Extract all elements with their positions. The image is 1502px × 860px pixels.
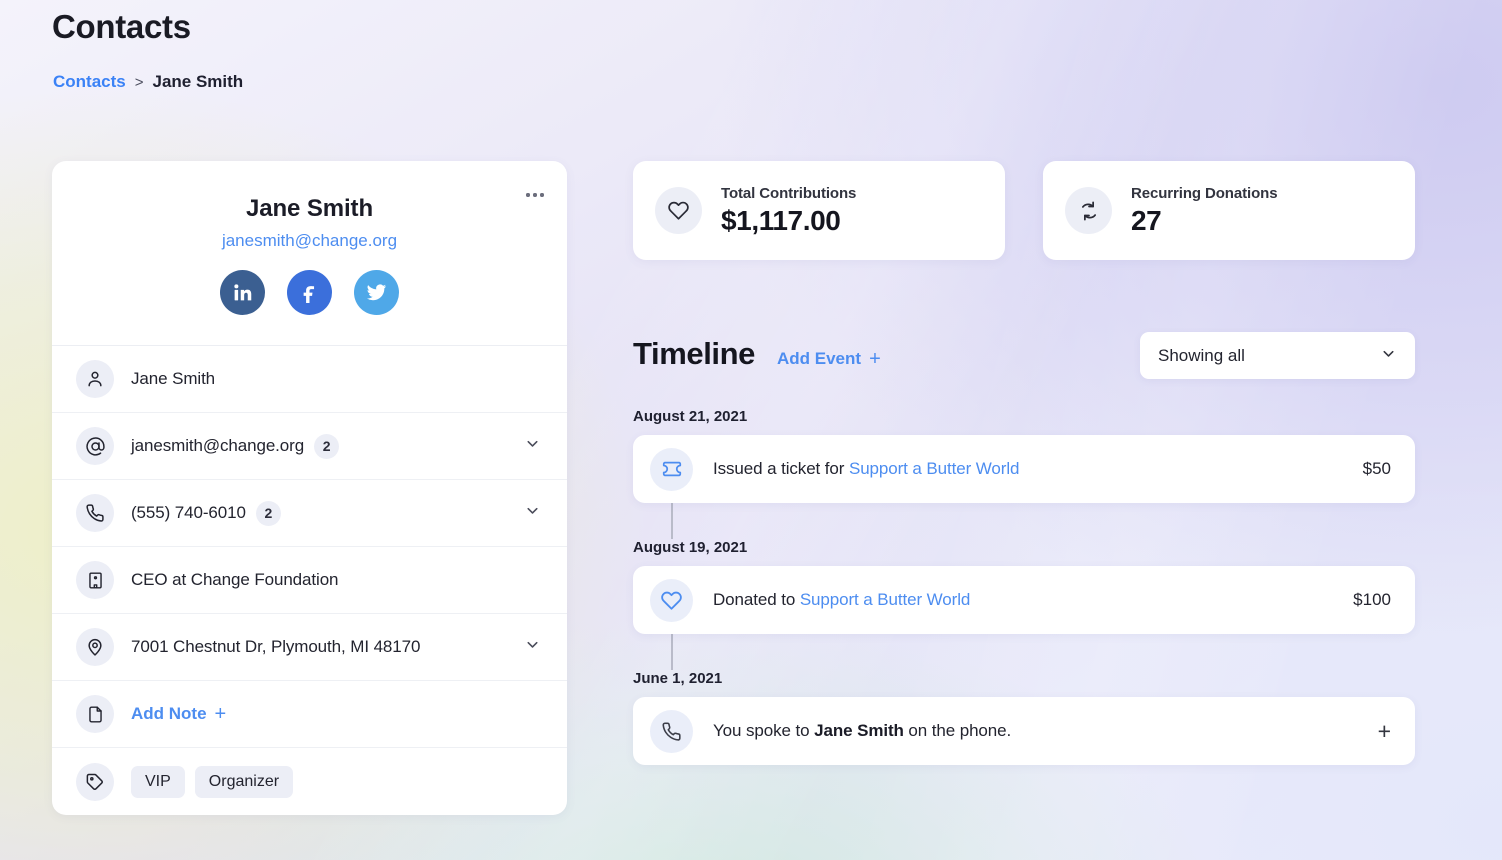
building-icon xyxy=(76,561,114,599)
timeline-event-row[interactable]: Issued a ticket for Support a Butter Wor… xyxy=(633,435,1415,503)
event-prefix: You spoke to xyxy=(713,721,815,740)
chevron-down-icon[interactable] xyxy=(524,435,541,457)
stat-text-group: Recurring Donations 27 xyxy=(1131,184,1278,237)
contact-row-value: (555) 740-6010 xyxy=(131,503,246,522)
ellipsis-icon[interactable] xyxy=(521,185,549,205)
timeline-event-text: You spoke to Jane Smith on the phone. xyxy=(713,721,1378,741)
facebook-icon[interactable] xyxy=(287,270,332,315)
timeline-connector-gap xyxy=(633,634,1415,670)
phone-icon xyxy=(650,709,693,753)
contact-row-value: janesmith@change.org xyxy=(131,436,305,455)
social-links xyxy=(52,270,567,315)
ticket-icon xyxy=(650,447,693,491)
tag-chip[interactable]: Organizer xyxy=(194,765,294,798)
contact-detail-page: Contacts Contacts > Jane Smith Jane Smit… xyxy=(0,0,1502,860)
document-icon xyxy=(76,695,114,733)
timeline-connector-line xyxy=(671,503,673,539)
contact-row-phone[interactable]: (555) 740-6010 2 xyxy=(52,480,567,547)
stat-text-group: Total Contributions $1,117.00 xyxy=(721,185,856,237)
contact-name: Jane Smith xyxy=(245,195,374,222)
contact-row-company[interactable]: CEO at Change Foundation xyxy=(52,547,567,614)
contact-row-email[interactable]: janesmith@change.org 2 xyxy=(52,413,567,480)
timeline-filter-value: Showing all xyxy=(1158,345,1245,365)
contact-row-value: Jane Smith xyxy=(131,369,216,388)
location-pin-icon xyxy=(76,628,114,666)
event-contact-name: Jane Smith xyxy=(814,721,904,740)
stat-label: Recurring Donations xyxy=(1131,184,1278,202)
page-title: Contacts xyxy=(52,8,191,45)
breadcrumb-separator: > xyxy=(134,73,144,91)
contact-row-add-note[interactable]: Add Note + xyxy=(52,681,567,748)
timeline-list: August 21, 2021 Issued a ticket for Supp… xyxy=(633,408,1415,765)
add-note-label: Add Note xyxy=(131,704,207,723)
contact-email-link[interactable]: janesmith@change.org xyxy=(52,231,567,251)
timeline-connector-line xyxy=(671,634,673,670)
contact-row-name[interactable]: Jane Smith xyxy=(52,346,567,413)
breadcrumb-link-contacts[interactable]: Contacts xyxy=(53,72,126,92)
plus-icon: + xyxy=(869,348,881,370)
twitter-icon[interactable] xyxy=(354,270,399,315)
timeline-connector-gap xyxy=(633,503,1415,539)
chevron-down-icon[interactable] xyxy=(524,636,541,658)
contact-row-value: CEO at Change Foundation xyxy=(131,570,339,589)
tag-chip[interactable]: VIP xyxy=(131,765,185,798)
add-event-label: Add Event xyxy=(777,349,862,368)
event-prefix: Donated to xyxy=(713,590,800,609)
timeline-event-row[interactable]: Donated to Support a Butter World $100 xyxy=(633,566,1415,634)
event-link[interactable]: Support a Butter World xyxy=(800,590,971,609)
at-sign-icon xyxy=(76,427,114,465)
timeline-group: August 19, 2021 Donated to Support a But… xyxy=(633,539,1415,634)
timeline-header: Timeline Add Event + xyxy=(633,336,881,372)
timeline-date-label: August 19, 2021 xyxy=(633,539,748,556)
timeline-group: June 1, 2021 You spoke to Jane Smith on … xyxy=(633,670,1415,765)
event-suffix: on the phone. xyxy=(903,721,1012,740)
contact-row-tags: VIP Organizer xyxy=(52,748,567,815)
timeline-group: August 21, 2021 Issued a ticket for Supp… xyxy=(633,408,1415,503)
breadcrumb: Contacts > Jane Smith xyxy=(53,72,243,92)
chevron-down-icon xyxy=(1380,345,1397,367)
breadcrumb-current: Jane Smith xyxy=(152,72,244,91)
stat-value: 27 xyxy=(1131,204,1162,236)
chevron-down-icon[interactable] xyxy=(524,502,541,524)
tag-list: VIP Organizer xyxy=(131,765,294,798)
contact-row-address[interactable]: 7001 Chestnut Dr, Plymouth, MI 48170 xyxy=(52,614,567,681)
person-icon xyxy=(76,360,114,398)
timeline-date-label: August 21, 2021 xyxy=(633,408,748,425)
stat-card-total-contributions[interactable]: Total Contributions $1,117.00 xyxy=(633,161,1005,260)
contact-card: Jane Smith janesmith@change.org Jane Smi… xyxy=(52,161,567,815)
event-prefix: Issued a ticket for xyxy=(713,459,849,478)
heart-outline-icon xyxy=(650,578,693,622)
stat-label: Total Contributions xyxy=(721,184,857,202)
add-note-button[interactable]: Add Note + xyxy=(131,704,226,724)
plus-icon: + xyxy=(214,703,227,725)
event-link[interactable]: Support a Butter World xyxy=(849,459,1020,478)
contact-row-value: 7001 Chestnut Dr, Plymouth, MI 48170 xyxy=(131,637,421,656)
timeline-event-text: Donated to Support a Butter World xyxy=(713,590,1353,610)
timeline-event-amount: $100 xyxy=(1353,590,1391,609)
email-count-badge: 2 xyxy=(314,433,340,459)
stat-card-recurring-donations[interactable]: Recurring Donations 27 xyxy=(1043,161,1415,260)
expand-event-button[interactable]: + xyxy=(1378,719,1391,743)
stat-value: $1,117.00 xyxy=(721,204,841,236)
timeline-filter-dropdown[interactable]: Showing all xyxy=(1140,332,1415,379)
timeline-event-text: Issued a ticket for Support a Butter Wor… xyxy=(713,459,1363,479)
contact-card-header: Jane Smith janesmith@change.org xyxy=(52,161,567,346)
heart-icon xyxy=(655,187,702,234)
timeline-event-amount: $50 xyxy=(1362,459,1391,478)
tag-icon xyxy=(76,762,114,801)
timeline-title: Timeline xyxy=(633,336,755,371)
phone-icon xyxy=(76,494,114,532)
linkedin-icon[interactable] xyxy=(220,270,265,315)
timeline-event-row[interactable]: You spoke to Jane Smith on the phone. + xyxy=(633,697,1415,765)
recurring-icon xyxy=(1065,187,1112,234)
phone-count-badge: 2 xyxy=(255,500,281,526)
add-event-button[interactable]: Add Event + xyxy=(777,349,881,369)
timeline-date-label: June 1, 2021 xyxy=(633,670,723,687)
